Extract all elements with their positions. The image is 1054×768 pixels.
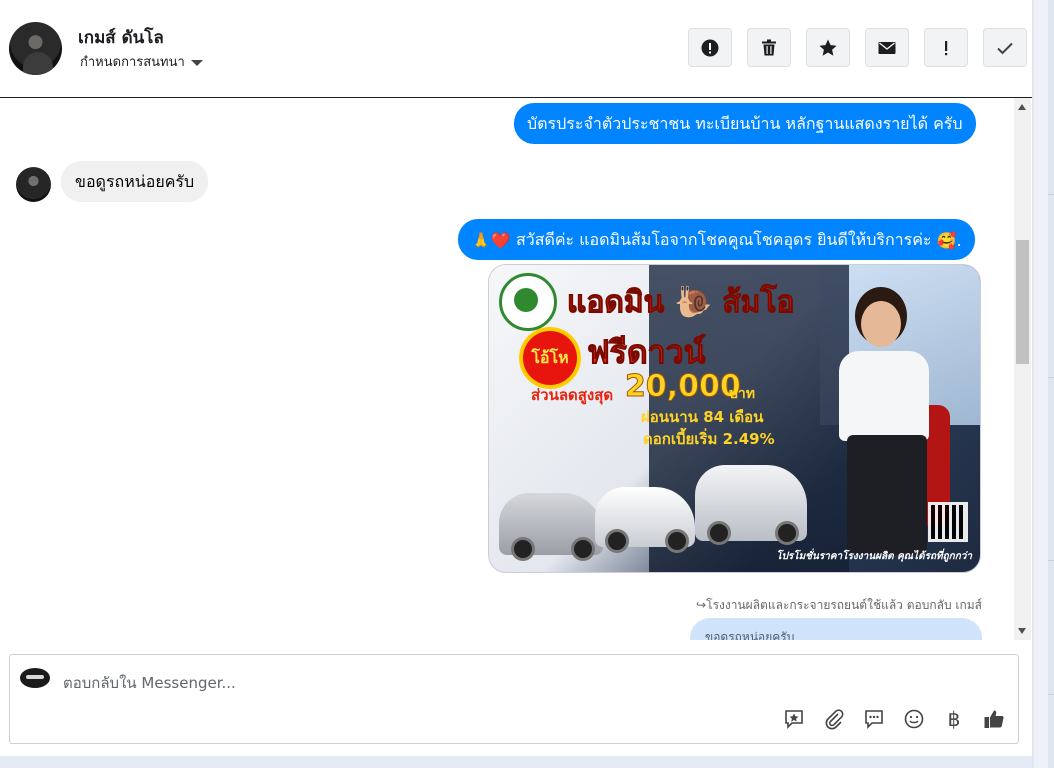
quoted-reply-bubble[interactable]: ขอดูรถหน่อยครับ (690, 618, 982, 640)
scroll-down-arrow-icon[interactable] (1018, 628, 1026, 634)
message-outgoing[interactable]: บัตรประจำตัวประชาชน ทะเบียนบ้าน หลักฐานแ… (514, 103, 976, 144)
alert-circle-icon (701, 39, 719, 56)
promo-installment: ผ่อนนาน 84 เดือน (641, 408, 764, 426)
priority-button[interactable] (924, 28, 968, 67)
promo-discount-label: ส่วนลดสูงสุด (531, 386, 614, 404)
promo-car-pickup-cage (695, 465, 807, 545)
scroll-thumb[interactable] (1016, 240, 1029, 364)
reply-arrow-icon: ↪ (696, 598, 707, 612)
right-sidebar-edge (1032, 0, 1054, 768)
quick-replies-button[interactable] (862, 707, 886, 731)
conversation-panel: เกมส์ ดันโล กำหนดการสนทนา บัตรประจำตัวปร… (0, 0, 1032, 768)
exclamation-icon (945, 40, 948, 55)
star-icon (819, 39, 837, 56)
pray-heart-emoji: 🙏❤️ (471, 231, 511, 250)
mark-unread-button[interactable] (865, 28, 909, 67)
promo-car-sedan (499, 493, 603, 561)
delete-button[interactable] (747, 28, 791, 67)
conversation-actions (688, 28, 1027, 67)
attachment-icon (825, 709, 844, 730)
saved-reply-icon (785, 710, 803, 729)
emoji-button[interactable] (902, 707, 926, 731)
payment-button[interactable]: ฿ (942, 707, 966, 731)
message-scrollbar[interactable] (1014, 98, 1031, 640)
sender-avatar[interactable] (16, 167, 51, 202)
page-avatar (20, 668, 50, 688)
smiling-hearts-emoji: 🥰. (936, 231, 962, 250)
message-list[interactable]: บัตรประจำตัวประชาชน ทะเบียนบ้าน หลักฐานแ… (0, 98, 1014, 640)
saved-reply-button[interactable] (782, 707, 806, 731)
promo-interest: ดอกเบี้ยเริ่ม 2.49% (643, 430, 775, 448)
message-outgoing[interactable]: 🙏❤️ สวัสดีค่ะ แอดมินส้มโอจากโชคคูณโชคอุด… (458, 219, 975, 260)
check-icon (997, 42, 1013, 54)
trash-icon (762, 39, 776, 55)
promo-discount-unit: บาท (729, 386, 755, 402)
like-button[interactable] (982, 707, 1006, 731)
follow-up-button[interactable] (806, 28, 850, 67)
mark-spam-button[interactable] (688, 28, 732, 67)
qr-code (928, 502, 968, 542)
assign-conversation-dropdown[interactable]: กำหนดการสนทนา (80, 51, 203, 72)
promo-footer: โปรโมชั่นราคาโรงงานผลิต คุณได้รถที่ถูกกว… (776, 551, 972, 562)
bottom-edge (0, 756, 1032, 768)
assign-label: กำหนดการสนทนา (80, 55, 185, 70)
message-incoming[interactable]: ขอดูรถหน่อยครับ (61, 161, 209, 202)
conversation-header: เกมส์ ดันโล กำหนดการสนทนา (0, 0, 1032, 98)
mail-icon (878, 41, 896, 54)
attach-file-button[interactable] (822, 707, 846, 731)
scroll-up-arrow-icon[interactable] (1018, 104, 1026, 110)
caret-down-icon (190, 59, 203, 66)
reply-meta: ↪โรงงานผลิตและกระจายรถยนต์ใช้แล้ว ตอบกลั… (696, 596, 982, 615)
promo-badge: โอ้โห (523, 331, 577, 385)
reply-composer[interactable]: ตอบกลับใน Messenger... ฿ (9, 654, 1019, 744)
chat-bubble-icon (865, 710, 883, 729)
reply-input-placeholder[interactable]: ตอบกลับใน Messenger... (63, 671, 236, 695)
emoji-icon (904, 709, 924, 729)
promo-car-pickup (595, 487, 695, 553)
contact-name[interactable]: เกมส์ ดันโล (78, 24, 164, 51)
composer-toolbar: ฿ (782, 707, 1006, 731)
baht-icon: ฿ (947, 707, 961, 731)
message-text: สวัสดีค่ะ แอดมินส้มโอจากโชคคูณโชคอุดร ยิ… (515, 230, 932, 249)
like-icon (984, 710, 1004, 728)
contact-avatar[interactable] (9, 22, 62, 75)
promo-image-attachment[interactable]: แอดมิน 🐌 ส้มโอ โอ้โห ฟรีดาวน์ ส่วนลดสูงส… (488, 264, 981, 573)
promo-title: แอดมิน 🐌 ส้มโอ (567, 285, 796, 321)
reply-meta-text: โรงงานผลิตและกระจายรถยนต์ใช้แล้ว ตอบกลับ… (706, 598, 982, 612)
dealer-logo (499, 273, 557, 331)
promo-discount-value: 20,000 (625, 369, 742, 405)
mark-done-button[interactable] (983, 28, 1027, 67)
